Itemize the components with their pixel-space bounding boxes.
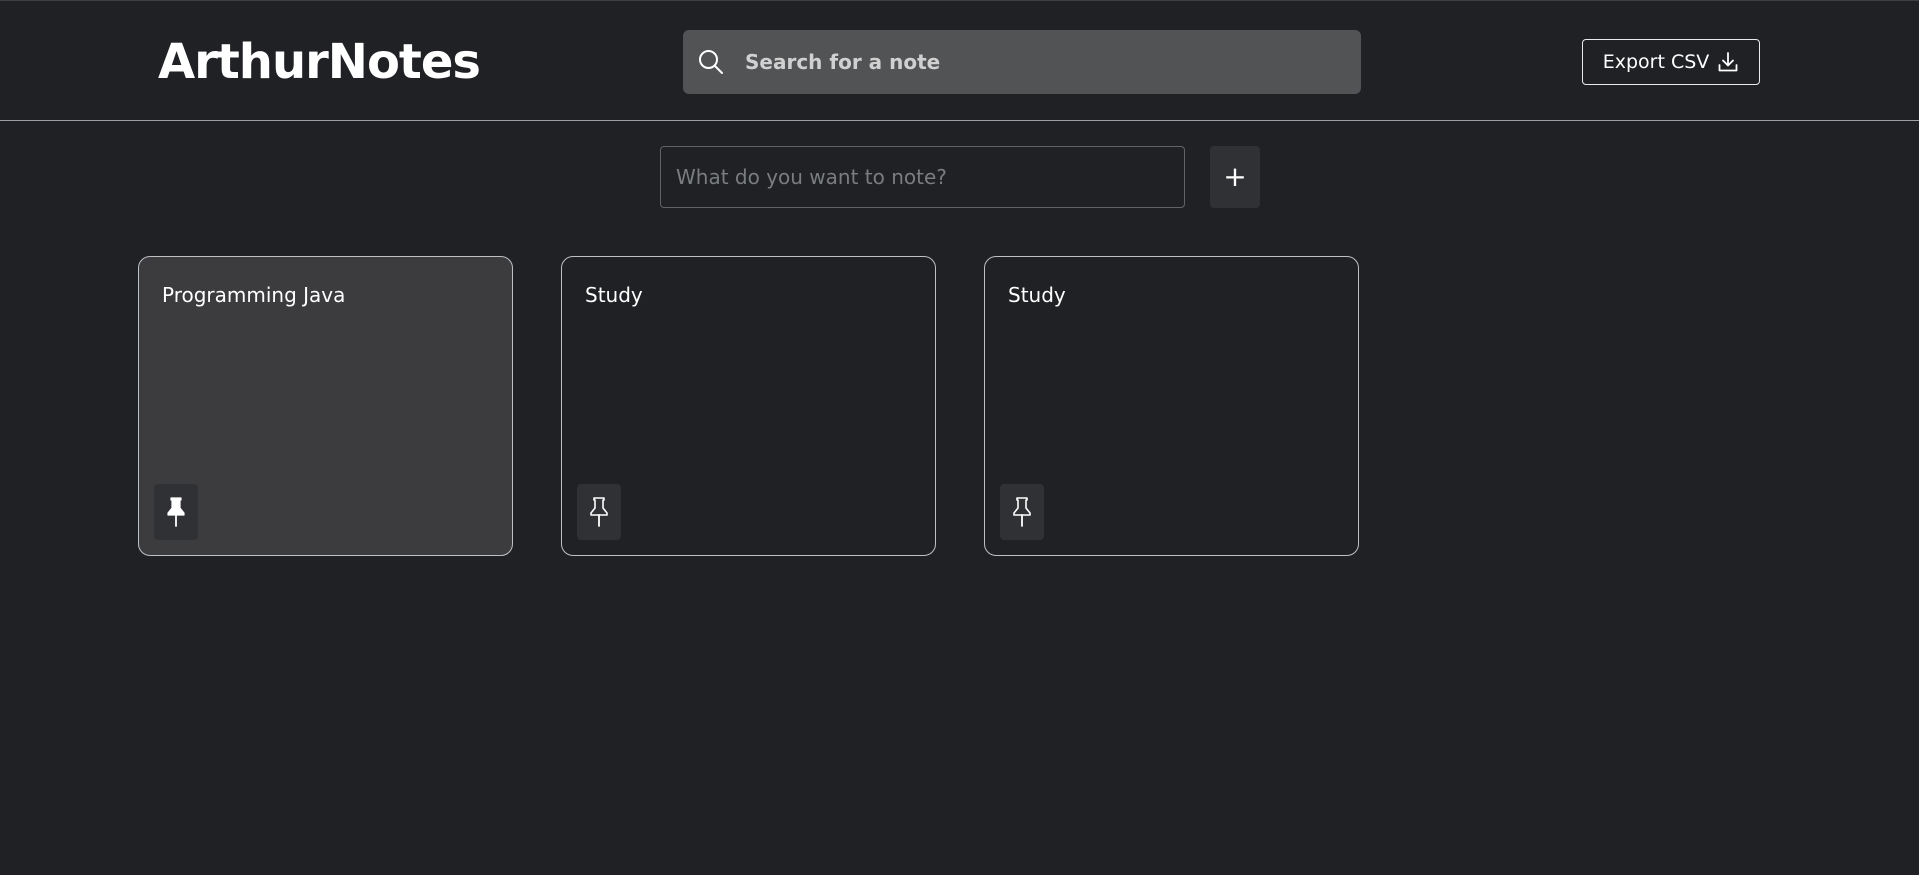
- pin-button[interactable]: [577, 484, 621, 540]
- pin-button[interactable]: [154, 484, 198, 540]
- app-logo: ArthurNotes: [158, 34, 481, 90]
- search-icon: [699, 50, 723, 74]
- note-title: Study: [585, 283, 643, 307]
- export-csv-label: Export CSV: [1602, 51, 1710, 73]
- pin-button[interactable]: [1000, 484, 1044, 540]
- note-card[interactable]: Programming Java: [138, 256, 513, 556]
- search-input[interactable]: [745, 30, 1345, 94]
- note-title: Study: [1008, 283, 1066, 307]
- add-note-button[interactable]: +: [1210, 146, 1260, 208]
- pin-filled-icon: [167, 497, 185, 527]
- pin-outline-icon: [1013, 497, 1031, 527]
- export-csv-button[interactable]: Export CSV: [1582, 39, 1760, 85]
- download-icon: [1718, 52, 1738, 72]
- note-card[interactable]: Study: [984, 256, 1359, 556]
- note-title: Programming Java: [162, 283, 346, 307]
- app-header: ArthurNotes Export CSV: [0, 0, 1919, 121]
- pin-outline-icon: [590, 497, 608, 527]
- note-card[interactable]: Study: [561, 256, 936, 556]
- new-note-input[interactable]: [660, 146, 1185, 208]
- search-bar[interactable]: [683, 30, 1361, 94]
